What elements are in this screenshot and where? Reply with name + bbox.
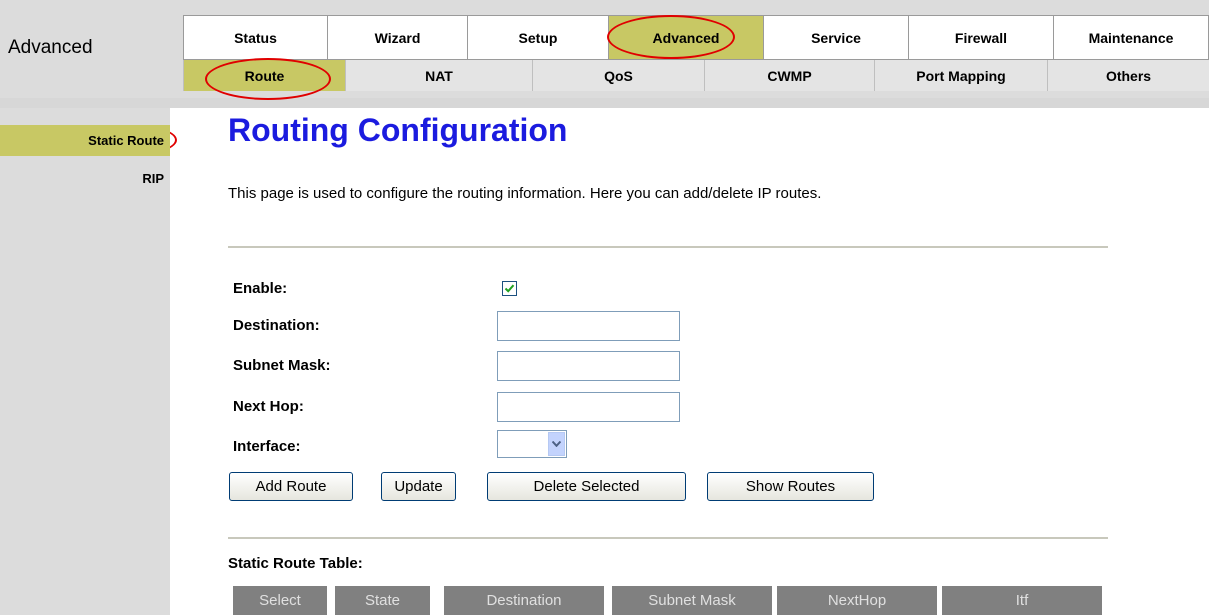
sidebar-item-label: Static Route <box>88 133 164 148</box>
subnet-mask-input[interactable] <box>497 351 680 381</box>
interface-select[interactable] <box>497 430 567 458</box>
enable-checkbox[interactable] <box>502 281 517 296</box>
tab-label: Setup <box>518 29 558 46</box>
destination-input[interactable] <box>497 311 680 341</box>
chevron-down-icon[interactable] <box>548 432 565 456</box>
column-header-state: State <box>335 586 430 615</box>
tab-setup[interactable]: Setup <box>467 15 608 60</box>
tab-label: Status <box>234 29 277 46</box>
checkmark-icon <box>504 284 515 293</box>
tab-service[interactable]: Service <box>763 15 908 60</box>
interface-label: Interface: <box>233 438 301 455</box>
tab-label: Maintenance <box>1088 29 1174 46</box>
sub-tab-bar: Route NAT QoS CWMP Port Mapping Others <box>183 60 1209 91</box>
destination-label: Destination: <box>233 317 320 334</box>
static-route-table-title: Static Route Table: <box>228 555 363 572</box>
main-tab-bar: Status Wizard Setup Advanced Service Fir… <box>183 15 1209 60</box>
show-routes-button[interactable]: Show Routes <box>707 472 874 501</box>
tab-label: Service <box>811 29 861 46</box>
tab-label: Advanced <box>652 29 720 46</box>
tab-label: Firewall <box>954 29 1008 46</box>
sidebar-item-rip[interactable]: RIP <box>0 171 170 186</box>
subtab-label: Others <box>1105 67 1152 84</box>
sidebar: Static Route RIP <box>0 108 170 615</box>
subtab-label: QoS <box>604 67 633 84</box>
update-button[interactable]: Update <box>381 472 456 501</box>
subtab-label: Port Mapping <box>916 67 1006 84</box>
header-divider <box>0 98 1209 108</box>
page-section-title: Advanced <box>0 0 183 98</box>
page-description: This page is used to configure the routi… <box>228 185 822 202</box>
next-hop-input[interactable] <box>497 392 680 422</box>
divider <box>228 537 1108 539</box>
tab-maintenance[interactable]: Maintenance <box>1053 15 1209 60</box>
subtab-label: CWMP <box>767 67 812 84</box>
subtab-cwmp[interactable]: CWMP <box>704 60 874 91</box>
subtab-port-mapping[interactable]: Port Mapping <box>874 60 1047 91</box>
enable-label: Enable: <box>233 280 288 297</box>
tab-advanced[interactable]: Advanced <box>608 15 763 60</box>
subtab-qos[interactable]: QoS <box>532 60 704 91</box>
next-hop-label: Next Hop: <box>233 398 304 415</box>
column-header-itf: Itf <box>942 586 1102 615</box>
add-route-button[interactable]: Add Route <box>229 472 353 501</box>
tab-wizard[interactable]: Wizard <box>327 15 467 60</box>
divider <box>228 246 1108 248</box>
column-header-subnet-mask: Subnet Mask <box>612 586 772 615</box>
subtab-label: NAT <box>425 67 453 84</box>
page-title: Routing Configuration <box>228 112 568 148</box>
subnet-mask-label: Subnet Mask: <box>233 357 331 374</box>
subtab-others[interactable]: Others <box>1047 60 1209 91</box>
tab-status[interactable]: Status <box>183 15 327 60</box>
column-header-destination: Destination <box>444 586 604 615</box>
sidebar-item-static-route[interactable]: Static Route <box>0 125 170 156</box>
column-header-nexthop: NextHop <box>777 586 937 615</box>
subtab-route[interactable]: Route <box>183 60 345 91</box>
sidebar-item-label: RIP <box>142 171 164 186</box>
subtab-nat[interactable]: NAT <box>345 60 532 91</box>
tab-label: Wizard <box>374 29 421 46</box>
subtab-label: Route <box>244 67 285 84</box>
tab-firewall[interactable]: Firewall <box>908 15 1053 60</box>
column-header-select: Select <box>233 586 327 615</box>
delete-selected-button[interactable]: Delete Selected <box>487 472 686 501</box>
